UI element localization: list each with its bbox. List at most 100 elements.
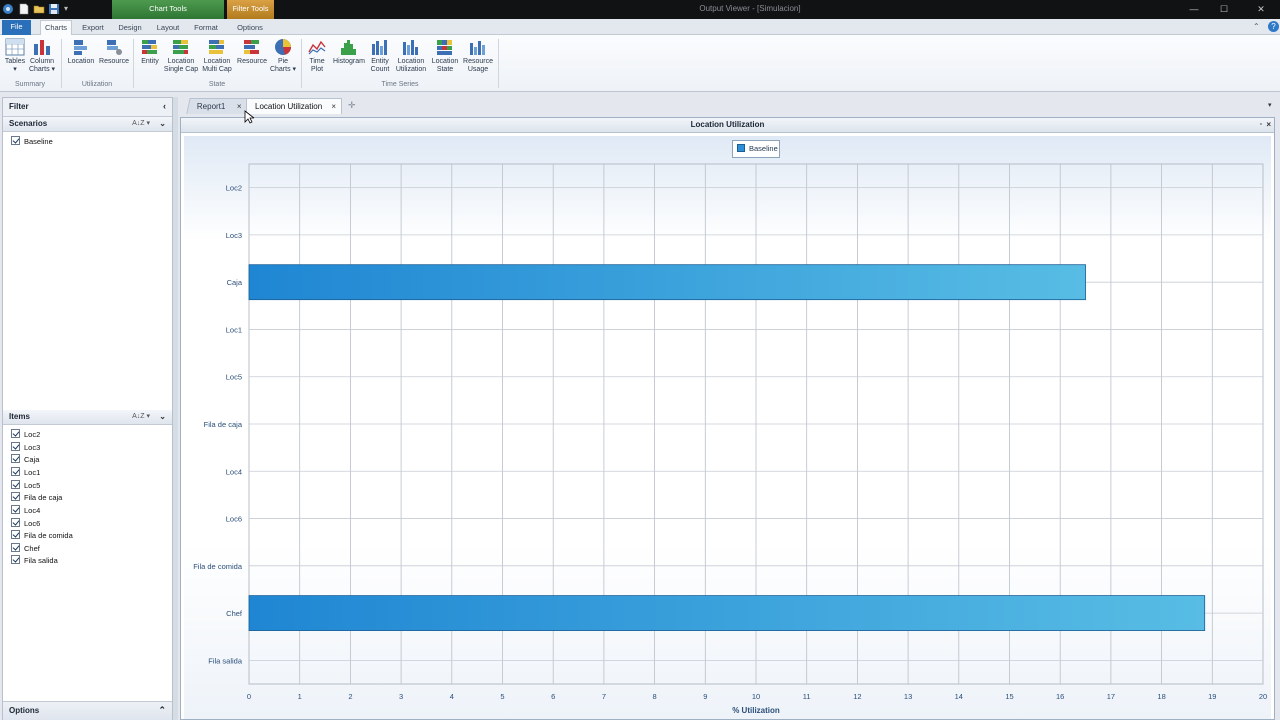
checkbox-icon[interactable] (11, 429, 20, 438)
utilization-group-label: Utilization (81, 81, 113, 88)
item-checkbox[interactable]: Loc4 (11, 505, 40, 517)
item-checkbox[interactable]: Fila salida (11, 555, 58, 567)
location-state-label-2: State (436, 66, 454, 73)
location-utilization-timeseries-button[interactable]: Location Utilization (393, 38, 429, 74)
tab-file[interactable]: File (2, 20, 31, 35)
checkbox-icon[interactable] (11, 454, 20, 463)
tab-report1[interactable]: Report1 × (186, 98, 250, 114)
tab-list-dropdown-icon[interactable]: ▾ (1268, 101, 1272, 109)
x-tick-label: 13 (904, 692, 912, 701)
tab-export[interactable]: Export (78, 21, 108, 35)
x-tick-label: 5 (500, 692, 504, 701)
item-label: Loc4 (24, 506, 41, 515)
x-tick-label: 6 (551, 692, 555, 701)
item-checkbox[interactable]: Chef (11, 543, 40, 555)
chevron-down-icon[interactable]: ⌄ (159, 117, 166, 131)
x-tick-label: 2 (348, 692, 352, 701)
column-chart-icon (34, 40, 50, 55)
tables-button[interactable]: Tables ▾ (3, 38, 27, 74)
checkbox-icon[interactable] (11, 492, 20, 501)
close-tab-icon[interactable]: × (331, 99, 336, 114)
item-checkbox[interactable]: Loc3 (11, 442, 40, 454)
filter-pane: Filter ‹ Scenarios A↓Z ▾ ⌄ Baseline Item… (2, 97, 173, 720)
x-tick-label: 12 (853, 692, 861, 701)
sort-icon[interactable]: A↓Z ▾ (132, 410, 150, 424)
location-multi-cap-button[interactable]: Location Multi Cap (200, 38, 234, 74)
bar-caja[interactable] (248, 264, 1086, 301)
maximize-icon[interactable]: ☐ (1210, 3, 1238, 16)
histogram-label: Histogram (333, 58, 365, 65)
tab-charts[interactable]: Charts (40, 20, 72, 35)
ribbon-collapse-icon[interactable]: ⌃ (1253, 22, 1263, 31)
filter-tools-context-label: Filter Tools (227, 0, 274, 19)
close-window-icon[interactable]: ✕ (1243, 3, 1279, 16)
open-folder-icon[interactable] (33, 3, 45, 15)
histogram-icon (341, 40, 356, 55)
location-label: Location (67, 58, 95, 65)
new-file-icon[interactable] (18, 3, 30, 15)
location-utilization-button[interactable]: Location (65, 38, 97, 66)
sort-icon[interactable]: A↓Z ▾ (132, 117, 150, 131)
items-header[interactable]: Items A↓Z ▾ ⌄ (3, 410, 172, 425)
item-checkbox[interactable]: Fila de caja (11, 492, 62, 504)
new-tab-icon[interactable]: ✛ (348, 100, 356, 111)
bar-chef[interactable] (248, 595, 1206, 631)
tab-design[interactable]: Design (114, 21, 146, 35)
save-icon[interactable] (48, 3, 60, 15)
tab-options[interactable]: Options (232, 21, 268, 35)
time-plot-button[interactable]: Time Plot (304, 38, 330, 74)
item-checkbox[interactable]: Caja (11, 454, 39, 466)
checkbox-icon[interactable] (11, 518, 20, 527)
entity-count-button[interactable]: Entity Count (367, 38, 393, 74)
resource-usage-button[interactable]: Resource Usage (461, 38, 495, 74)
entity-state-icon (142, 40, 157, 54)
customize-toolbar-icon[interactable]: ▾ (64, 3, 76, 15)
tab-location-utilization[interactable]: Location Utilization × (246, 98, 342, 114)
checkbox-icon[interactable] (11, 543, 20, 552)
item-checkbox[interactable]: Fila de comida (11, 530, 73, 542)
pie-charts-button[interactable]: Pie Charts ▾ (269, 38, 297, 74)
checkbox-icon[interactable] (11, 555, 20, 564)
x-tick-label: 3 (399, 692, 403, 701)
scenario-checkbox-baseline[interactable]: Baseline (11, 136, 53, 148)
entity-state-button[interactable]: Entity (136, 38, 164, 66)
close-tab-icon[interactable]: × (237, 99, 242, 114)
location-single-cap-button[interactable]: Location Single Cap (163, 38, 199, 74)
checkbox-icon[interactable] (11, 467, 20, 476)
tab-layout[interactable]: Layout (152, 21, 184, 35)
item-checkbox[interactable]: Loc1 (11, 467, 40, 479)
resource-usage-label-1: Resource (463, 58, 493, 65)
app-icon[interactable] (2, 3, 14, 15)
resource-state-label: Resource (237, 58, 267, 65)
chevron-up-icon[interactable]: ⌃ (158, 702, 166, 719)
tab-format[interactable]: Format (190, 21, 222, 35)
location-state-label-1: Location (431, 58, 459, 65)
column-charts-button[interactable]: Column Charts ▾ (28, 38, 56, 74)
scenarios-header[interactable]: Scenarios A↓Z ▾ ⌄ (3, 117, 172, 132)
x-tick-label: 20 (1259, 692, 1267, 701)
x-tick-label: 11 (803, 692, 811, 701)
resource-state-button[interactable]: Resource (235, 38, 269, 66)
chevron-down-icon[interactable]: ⌄ (159, 410, 166, 424)
resource-usage-label-2: Usage (467, 66, 489, 73)
resource-utilization-button[interactable]: Resource (98, 38, 130, 66)
item-checkbox[interactable]: Loc5 (11, 480, 40, 492)
location-icon (74, 40, 87, 55)
item-checkbox[interactable]: Loc2 (11, 429, 40, 441)
options-header[interactable]: Options ⌃ (3, 701, 172, 720)
table-icon (5, 38, 25, 56)
minimize-icon[interactable]: — (1180, 3, 1208, 16)
x-tick-label: 14 (955, 692, 963, 701)
checkbox-icon[interactable] (11, 136, 20, 145)
pane-splitter[interactable] (173, 97, 178, 720)
location-state-button[interactable]: Location State (429, 38, 461, 74)
checkbox-icon[interactable] (11, 442, 20, 451)
tables-label: Tables (4, 58, 26, 65)
checkbox-icon[interactable] (11, 505, 20, 514)
checkbox-icon[interactable] (11, 530, 20, 539)
histogram-button[interactable]: Histogram (331, 38, 367, 66)
collapse-pane-icon[interactable]: ‹ (163, 98, 166, 115)
item-checkbox[interactable]: Loc6 (11, 518, 40, 530)
checkbox-icon[interactable] (11, 480, 20, 489)
help-icon[interactable]: ? (1268, 21, 1279, 32)
